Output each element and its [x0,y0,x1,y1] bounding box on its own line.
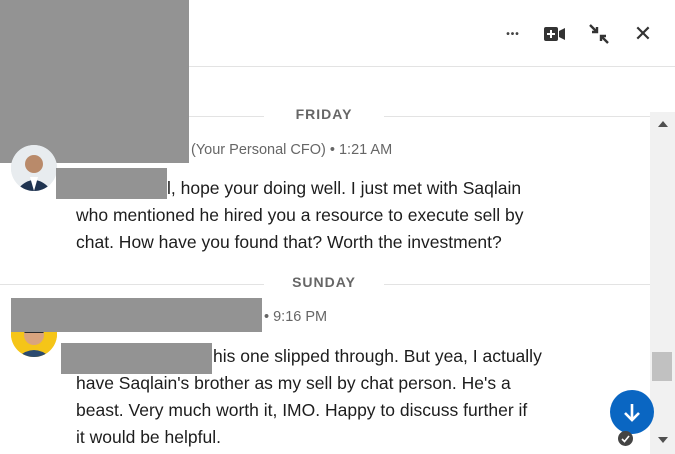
message-line: l, hope your doing well. I just met with… [167,178,522,198]
message-body: l, hope your doing well. I just met with… [76,175,524,256]
day-divider-sunday: SUNDAY [0,274,650,294]
collapse-arrows-icon [589,24,609,44]
video-call-button[interactable] [541,20,569,48]
checkmark-icon [621,434,630,443]
close-icon: ✕ [633,21,653,46]
divider-line-right [384,116,650,117]
day-divider-friday: FRIDAY [0,106,650,126]
day-label: FRIDAY [295,106,353,122]
redacted-sender-name [11,298,262,332]
message-line: it would be helpful. [76,427,221,447]
arrow-down-icon [624,404,640,422]
sender-avatar[interactable] [11,145,57,191]
close-button[interactable]: ✕ [629,20,657,48]
scroll-up-icon[interactable] [658,121,668,127]
message-line: who mentioned he hired you a resource to… [76,205,524,225]
minimize-button[interactable] [585,20,613,48]
person-photo-icon [11,145,57,191]
read-receipt-icon [618,431,633,446]
video-plus-icon [544,27,565,41]
scroll-thumb[interactable] [652,352,672,381]
day-label: SUNDAY [292,274,356,290]
redacted-profile-block [0,0,189,163]
divider-line-left [189,116,264,117]
divider-line-left [0,284,264,285]
message-line: chat. How have you found that? Worth the… [76,232,502,252]
message-body: his one slipped through. But yea, I actu… [76,343,542,451]
divider-line-right [384,284,650,285]
more-options-button[interactable]: ••• [499,20,527,48]
message-meta: (Your Personal CFO) • 1:21 AM [191,142,393,158]
message-meta: • 9:16 PM [264,309,328,325]
jump-to-latest-button[interactable] [610,390,654,434]
scroll-down-icon[interactable] [658,437,668,443]
message-line: his one slipped through. But yea, I actu… [213,346,542,366]
message-line: beast. Very much worth it, IMO. Happy to… [76,400,528,420]
ellipsis-icon: ••• [506,28,520,40]
scrollbar[interactable] [650,112,675,454]
message-line: have Saqlain's brother as my sell by cha… [76,373,511,393]
